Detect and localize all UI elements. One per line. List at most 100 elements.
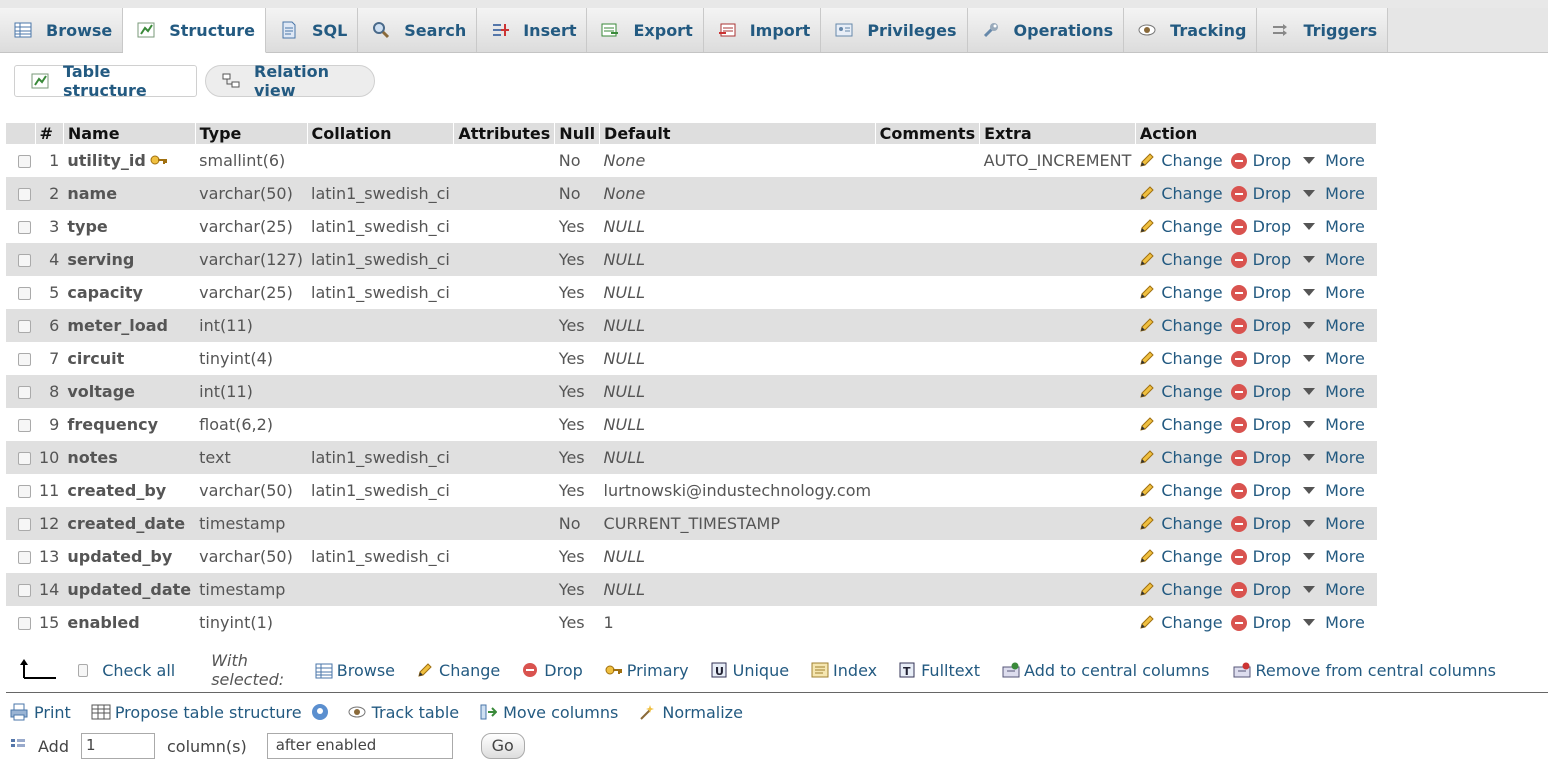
- row-checkbox[interactable]: [18, 320, 31, 333]
- chevron-down-icon: [1303, 223, 1316, 230]
- drop-link[interactable]: Drop: [1230, 514, 1291, 533]
- drop-link[interactable]: Drop: [1230, 184, 1291, 203]
- tab-sql[interactable]: SQL: [265, 8, 359, 52]
- row-checkbox[interactable]: [18, 584, 31, 597]
- tab-label: Insert: [523, 20, 577, 40]
- with-selected-browse[interactable]: Browse: [315, 661, 395, 680]
- drop-link[interactable]: Drop: [1230, 217, 1291, 236]
- tab-search[interactable]: Search: [358, 8, 478, 52]
- more-dropdown[interactable]: More: [1299, 151, 1365, 170]
- more-dropdown[interactable]: More: [1299, 415, 1365, 434]
- tab-import[interactable]: Import: [703, 8, 822, 52]
- check-all-link[interactable]: Check all: [102, 661, 175, 680]
- tab-relation-view[interactable]: Relation view: [205, 62, 375, 100]
- tab-table-structure[interactable]: Table structure: [14, 62, 197, 100]
- change-link[interactable]: Change: [1139, 580, 1223, 599]
- row-checkbox[interactable]: [18, 452, 31, 465]
- more-dropdown[interactable]: More: [1299, 250, 1365, 269]
- chevron-down-icon: [1303, 454, 1316, 461]
- drop-link[interactable]: Drop: [1230, 580, 1291, 599]
- with-selected-drop[interactable]: Drop: [522, 661, 583, 680]
- drop-link[interactable]: Drop: [1230, 316, 1291, 335]
- drop-link[interactable]: Drop: [1230, 481, 1291, 500]
- with-selected-fulltext[interactable]: T Fulltext: [899, 661, 980, 680]
- drop-link[interactable]: Drop: [1230, 547, 1291, 566]
- change-link[interactable]: Change: [1139, 316, 1223, 335]
- with-selected-index[interactable]: Index: [811, 661, 877, 680]
- row-checkbox[interactable]: [18, 617, 31, 630]
- go-button[interactable]: Go: [480, 733, 525, 759]
- more-dropdown[interactable]: More: [1299, 316, 1365, 335]
- row-checkbox[interactable]: [18, 518, 31, 531]
- row-checkbox[interactable]: [18, 188, 31, 201]
- table-row: 2 name varchar(50) latin1_swedish_ci No None C…: [6, 177, 1377, 210]
- drop-link[interactable]: Drop: [1230, 349, 1291, 368]
- change-link[interactable]: Change: [1139, 217, 1223, 236]
- tab-export[interactable]: Export: [587, 8, 704, 52]
- tab-operations[interactable]: Operations: [967, 8, 1125, 52]
- tool-normalize[interactable]: Normalize: [638, 703, 743, 722]
- drop-link[interactable]: Drop: [1230, 415, 1291, 434]
- with-selected-primary[interactable]: Primary: [605, 661, 689, 680]
- column-name-cell: utility_id: [63, 144, 196, 177]
- change-link[interactable]: Change: [1139, 448, 1223, 467]
- column-count-input[interactable]: 1: [80, 733, 155, 759]
- change-link[interactable]: Change: [1139, 151, 1223, 170]
- tab-tracking[interactable]: Tracking: [1124, 8, 1258, 52]
- drop-link[interactable]: Drop: [1230, 250, 1291, 269]
- change-link[interactable]: Change: [1139, 547, 1223, 566]
- column-default: NULL: [599, 342, 876, 375]
- change-link[interactable]: Change: [1139, 481, 1223, 500]
- more-dropdown[interactable]: More: [1299, 613, 1365, 632]
- more-dropdown[interactable]: More: [1299, 448, 1365, 467]
- check-all-checkbox[interactable]: [78, 663, 89, 677]
- row-checkbox[interactable]: [18, 551, 31, 564]
- more-dropdown[interactable]: More: [1299, 514, 1365, 533]
- with-selected-unique[interactable]: U Unique: [711, 661, 789, 680]
- column-position-select[interactable]: after enabled: [266, 733, 453, 759]
- more-dropdown[interactable]: More: [1299, 283, 1365, 302]
- drop-link[interactable]: Drop: [1230, 151, 1291, 170]
- tab-triggers[interactable]: Triggers: [1257, 8, 1389, 52]
- row-checkbox[interactable]: [18, 221, 31, 234]
- column-attributes: [453, 177, 555, 210]
- drop-link[interactable]: Drop: [1230, 283, 1291, 302]
- change-link[interactable]: Change: [1139, 250, 1223, 269]
- change-link[interactable]: Change: [1139, 613, 1223, 632]
- more-dropdown[interactable]: More: [1299, 217, 1365, 236]
- row-checkbox[interactable]: [18, 485, 31, 498]
- change-link[interactable]: Change: [1139, 415, 1223, 434]
- drop-link[interactable]: Drop: [1230, 382, 1291, 401]
- change-link[interactable]: Change: [1139, 184, 1223, 203]
- more-dropdown[interactable]: More: [1299, 184, 1365, 203]
- with-selected-add-to-central-columns[interactable]: Add to central columns: [1002, 661, 1209, 680]
- more-dropdown[interactable]: More: [1299, 580, 1365, 599]
- more-dropdown[interactable]: More: [1299, 382, 1365, 401]
- tool-move-columns[interactable]: Move columns: [479, 703, 618, 722]
- change-link[interactable]: Change: [1139, 382, 1223, 401]
- more-dropdown[interactable]: More: [1299, 349, 1365, 368]
- help-icon[interactable]: [311, 704, 328, 720]
- more-dropdown[interactable]: More: [1299, 547, 1365, 566]
- tab-privileges[interactable]: Privileges: [821, 8, 968, 52]
- row-checkbox[interactable]: [18, 419, 31, 432]
- tab-structure[interactable]: Structure: [123, 8, 266, 53]
- row-checkbox[interactable]: [18, 155, 31, 168]
- change-link[interactable]: Change: [1139, 349, 1223, 368]
- tool-print[interactable]: Print: [10, 703, 71, 722]
- change-link[interactable]: Change: [1139, 514, 1223, 533]
- tool-propose-table-structure[interactable]: Propose table structure: [91, 703, 328, 722]
- more-dropdown[interactable]: More: [1299, 481, 1365, 500]
- tab-browse[interactable]: Browse: [0, 8, 124, 52]
- drop-link[interactable]: Drop: [1230, 613, 1291, 632]
- tab-insert[interactable]: Insert: [477, 8, 588, 52]
- row-checkbox[interactable]: [18, 386, 31, 399]
- tool-track-table[interactable]: Track table: [348, 703, 459, 722]
- row-checkbox[interactable]: [18, 287, 31, 300]
- change-link[interactable]: Change: [1139, 283, 1223, 302]
- with-selected-remove-from-central-columns[interactable]: Remove from central columns: [1233, 661, 1496, 680]
- with-selected-change[interactable]: Change: [417, 661, 500, 680]
- row-checkbox[interactable]: [18, 254, 31, 267]
- row-checkbox[interactable]: [18, 353, 31, 366]
- drop-link[interactable]: Drop: [1230, 448, 1291, 467]
